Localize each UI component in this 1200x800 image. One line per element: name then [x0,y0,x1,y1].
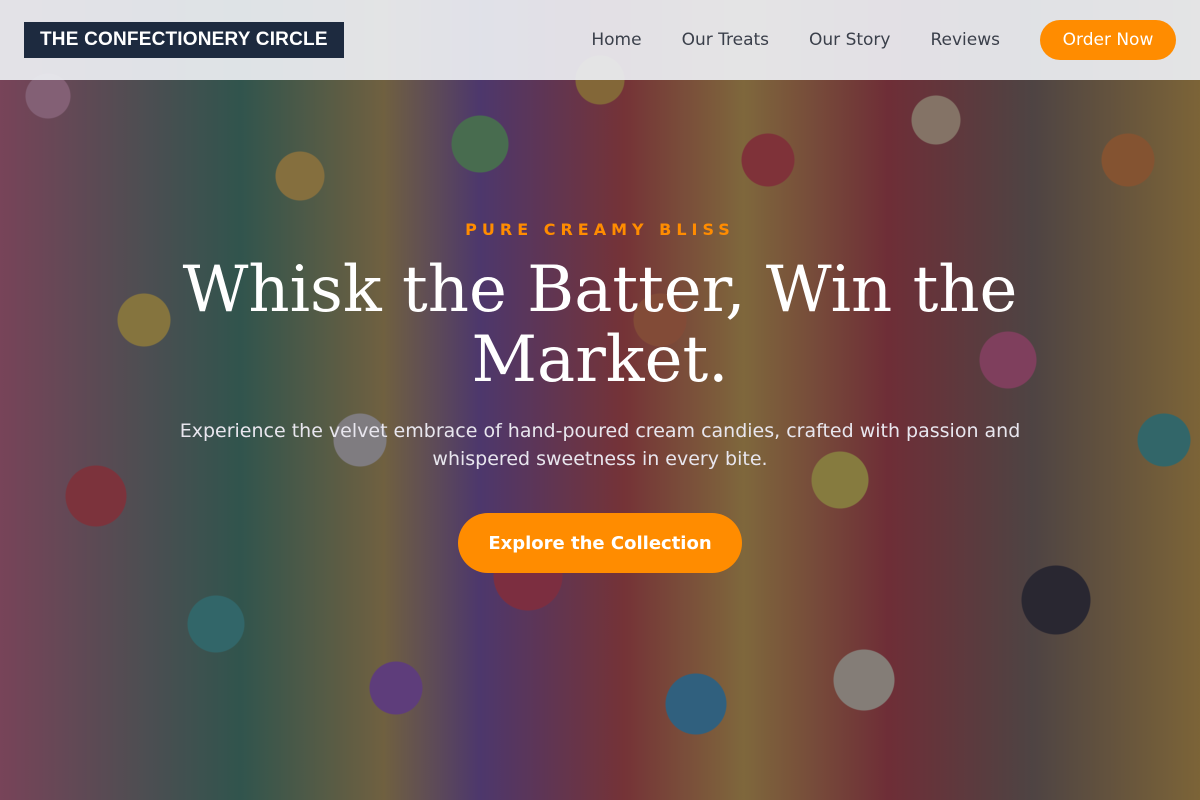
hero-headline: Whisk the Batter, Win the Market. [182,253,1018,397]
hero-section: PURE CREAMY BLISS Whisk the Batter, Win … [0,80,1200,800]
hero-eyebrow: PURE CREAMY BLISS [465,220,735,239]
nav-link-our-story[interactable]: Our Story [809,30,890,50]
hero-subtext: Experience the velvet embrace of hand-po… [179,420,1021,470]
main-nav: Home Our Treats Our Story Reviews Order … [591,20,1176,60]
site-logo[interactable]: THE CONFECTIONERY CIRCLE [24,22,344,58]
nav-link-reviews[interactable]: Reviews [930,30,1000,50]
nav-link-our-treats[interactable]: Our Treats [682,30,769,50]
site-header: THE CONFECTIONERY CIRCLE Home Our Treats… [0,0,1200,80]
nav-link-home[interactable]: Home [591,30,641,50]
explore-collection-button[interactable]: Explore the Collection [458,513,742,573]
order-now-button[interactable]: Order Now [1040,20,1176,60]
